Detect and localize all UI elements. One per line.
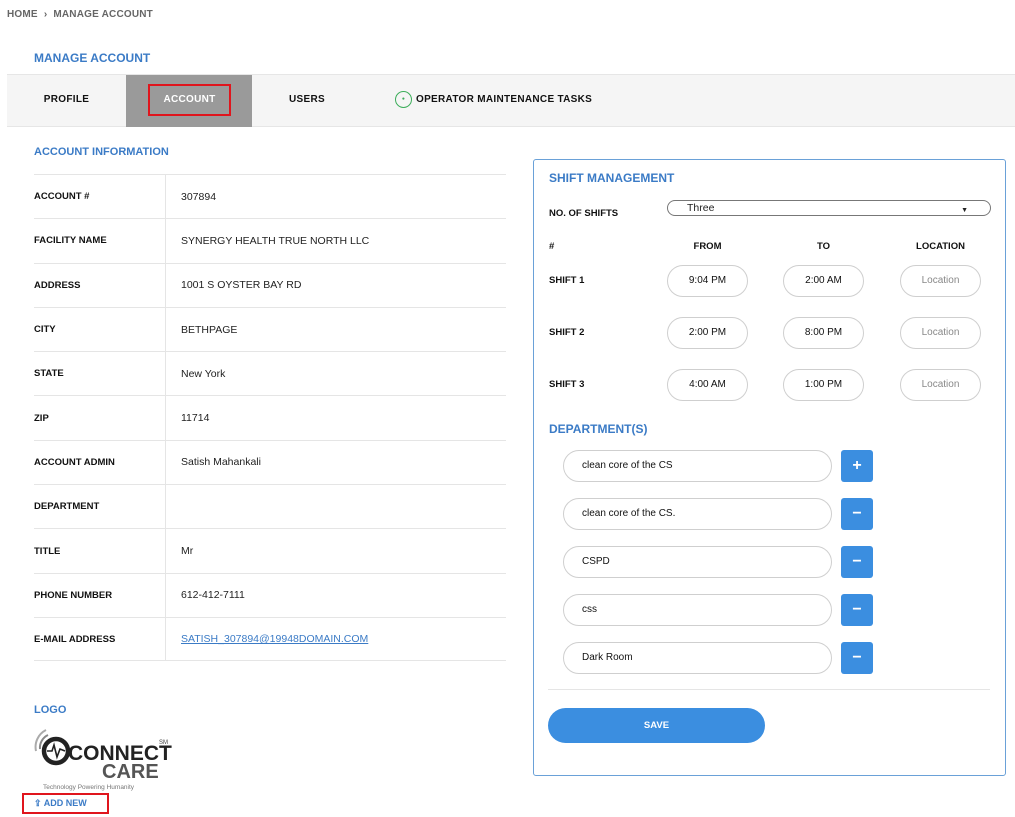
shift-from-time-input[interactable]: 9:04 PM (667, 265, 748, 297)
column-header-to: TO (816, 241, 831, 252)
tab-users[interactable]: USERS (252, 75, 362, 127)
row-value: SATISH_307894@19948DOMAIN.COM (181, 618, 368, 660)
chevron-down-icon: ▼ (961, 207, 968, 214)
minus-icon: − (852, 553, 862, 570)
table-row: ACCOUNT ADMIN Satish Mahankali (34, 439, 506, 485)
row-value: SYNERGY HEALTH TRUE NORTH LLC (181, 234, 370, 247)
department-input[interactable]: Dark Room (563, 642, 832, 674)
table-row: STATE New York (34, 351, 506, 396)
row-value: 11714 (181, 412, 210, 425)
shift-management-card: SHIFT MANAGEMENT NO. OF SHIFTS Three ▼ #… (533, 159, 1006, 776)
no-of-shifts-value: Three (687, 202, 715, 214)
shift-location-input[interactable]: Location (900, 317, 981, 349)
row-label: ADDRESS (34, 263, 166, 307)
remove-department-button[interactable]: − (841, 498, 873, 530)
shift-label: SHIFT 1 (549, 275, 585, 286)
logo-text-care: CARE (102, 761, 159, 783)
row-label: DEPARTMENT (34, 485, 166, 529)
shift-location-input[interactable]: Location (900, 369, 981, 401)
logo-tagline: Technology Powering Humanity (43, 784, 135, 791)
department-input[interactable]: clean core of the CS (563, 450, 832, 482)
row-label: FACILITY NAME (34, 219, 166, 263)
breadcrumb: HOME › MANAGE ACCOUNT (7, 9, 153, 20)
row-value: Mr (181, 545, 194, 558)
table-row: FACILITY NAME SYNERGY HEALTH TRUE NORTH L… (34, 218, 506, 263)
row-label: E-MAIL ADDRESS (34, 617, 166, 661)
table-row: ADDRESS 1001 S OYSTER BAY RD (34, 262, 506, 307)
add-department-button[interactable]: + (841, 450, 873, 482)
tab-account[interactable]: ACCOUNT (126, 75, 252, 127)
column-header-number: # (549, 241, 555, 252)
shift-label: SHIFT 2 (549, 327, 585, 338)
shift-to-time-input[interactable]: 8:00 PM (783, 317, 864, 349)
plus-icon: + (852, 457, 862, 474)
department-input[interactable]: CSPD (563, 546, 832, 578)
shift-to-time-input[interactable]: 2:00 AM (783, 265, 864, 297)
departments-heading: DEPARTMENT(S) (549, 422, 648, 436)
table-row: CITY BETHPAGE (34, 306, 506, 352)
connect-care-logo-graphic: CONNECT SM CARE Technology Powering Huma… (34, 729, 172, 791)
connect-care-logo: CONNECT SM CARE Technology Powering Huma… (34, 727, 174, 791)
row-value: BETHPAGE (181, 323, 238, 336)
department-input[interactable]: css (563, 594, 832, 626)
row-label: CITY (34, 307, 166, 352)
save-button[interactable]: SAVE (548, 708, 765, 743)
column-header-location: LOCATION (916, 241, 965, 252)
divider (548, 689, 990, 690)
row-value: 307894 (181, 190, 217, 203)
shift-label: SHIFT 3 (549, 379, 585, 390)
tab-profile[interactable]: PROFILE (7, 75, 126, 127)
table-row: ZIP 11714 (34, 395, 506, 440)
tab-operator-maintenance-tasks[interactable]: ● OPERATOR MAINTENANCE TASKS (395, 75, 625, 127)
shift-from-time-input[interactable]: 4:00 AM (667, 369, 748, 401)
add-new-label: ADD NEW (43, 798, 87, 808)
row-label: STATE (34, 352, 166, 396)
column-header-from: FROM (693, 241, 722, 252)
remove-department-button[interactable]: − (841, 594, 873, 626)
table-row: ACCOUNT # 307894 (34, 174, 506, 219)
minus-icon: − (852, 649, 862, 666)
breadcrumb-home[interactable]: HOME (7, 9, 38, 20)
row-value: 612-412-7111 (181, 589, 245, 602)
tab-account-label: ACCOUNT (148, 84, 231, 116)
no-of-shifts-label: NO. OF SHIFTS (549, 208, 619, 219)
tab-users-label: USERS (289, 94, 325, 105)
minus-icon: − (852, 505, 862, 522)
row-label: ACCOUNT # (34, 175, 166, 219)
breadcrumb-current: MANAGE ACCOUNT (53, 9, 153, 20)
table-row: TITLE Mr (34, 528, 506, 573)
table-row: E-MAIL ADDRESS SATISH_307894@19948DOMAIN.… (34, 616, 506, 662)
table-row: PHONE NUMBER 612-412-7111 (34, 572, 506, 617)
shift-management-heading: SHIFT MANAGEMENT (549, 171, 675, 185)
add-new-logo-button[interactable]: ⇪ ADD NEW (22, 793, 109, 814)
shift-to-time-input[interactable]: 1:00 PM (783, 369, 864, 401)
breadcrumb-separator: › (43, 9, 48, 20)
tab-profile-label: PROFILE (43, 94, 90, 105)
tab-operator-label: OPERATOR MAINTENANCE TASKS (416, 94, 593, 105)
row-label: TITLE (34, 529, 166, 573)
logo-sm-mark: SM (159, 740, 168, 746)
operator-tasks-icon: ● (395, 90, 412, 108)
row-label: ZIP (34, 396, 166, 440)
tab-bar: PROFILE ACCOUNT USERS ● OPERATOR MAINTENA… (7, 74, 1015, 127)
page-title: MANAGE ACCOUNT (34, 51, 151, 65)
minus-icon: − (852, 601, 862, 618)
remove-department-button[interactable]: − (841, 642, 873, 674)
row-label: ACCOUNT ADMIN (34, 440, 166, 485)
row-value: New York (181, 367, 226, 380)
no-of-shifts-select[interactable]: Three ▼ (667, 200, 991, 216)
remove-department-button[interactable]: − (841, 546, 873, 578)
department-input[interactable]: clean core of the CS. (563, 498, 832, 530)
row-value: 1001 S OYSTER BAY RD (181, 279, 302, 292)
shift-from-time-input[interactable]: 2:00 PM (667, 317, 748, 349)
logo-heading: LOGO (34, 704, 67, 716)
shift-location-input[interactable]: Location (900, 265, 981, 297)
row-label: PHONE NUMBER (34, 573, 166, 617)
account-information-table: ACCOUNT # 307894 FACILITY NAME SYNERGY HEAL… (34, 174, 506, 662)
email-link[interactable]: SATISH_307894@19948DOMAIN.COM (181, 633, 368, 645)
account-information-heading: ACCOUNT INFORMATION (34, 146, 169, 158)
row-value: Satish Mahankali (181, 456, 261, 469)
table-row: DEPARTMENT (34, 484, 506, 529)
upload-icon: ⇪ (34, 798, 42, 808)
